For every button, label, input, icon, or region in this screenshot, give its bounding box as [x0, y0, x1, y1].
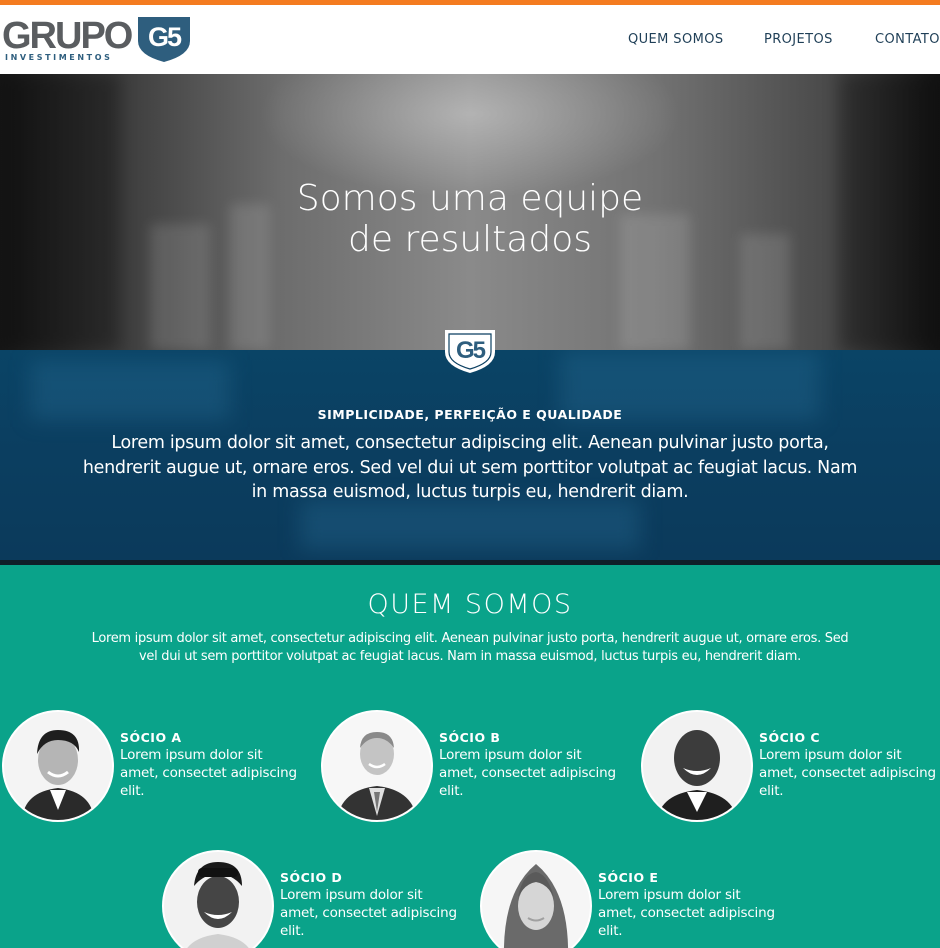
- section-intro: Lorem ipsum dolor sit amet, consectetur …: [91, 631, 849, 664]
- hero-title: Somos uma equipe de resultados: [0, 178, 940, 260]
- g5-shield-icon: G5: [138, 17, 190, 62]
- hero-title-line2: de resultados: [348, 219, 592, 260]
- person-portrait-icon: [323, 712, 431, 820]
- member-card-a: SÓCIO A Lorem ipsum dolor sit amet, cons…: [2, 710, 302, 822]
- hero-title-line1: Somos uma equipe: [296, 178, 644, 219]
- member-card-e: SÓCIO E Lorem ipsum dolor sit amet, cons…: [480, 850, 780, 948]
- quem-somos-section: QUEM SOMOS Lorem ipsum dolor sit amet, c…: [0, 565, 940, 948]
- band-bg-blur: [300, 500, 640, 550]
- member-card-c: SÓCIO C Lorem ipsum dolor sit amet, cons…: [641, 710, 940, 822]
- values-heading: SIMPLICIDADE, PERFEIÇÃO E QUALIDADE: [317, 407, 623, 422]
- values-text: Lorem ipsum dolor sit amet, consectetur …: [82, 433, 858, 502]
- member-name: SÓCIO C: [759, 730, 821, 745]
- nav-contato[interactable]: CONTATO: [875, 32, 940, 52]
- avatar: [2, 710, 114, 822]
- member-description: Lorem ipsum dolor sit amet, consectet ad…: [439, 747, 616, 799]
- band-badge-text: G5: [456, 337, 486, 364]
- member-name: SÓCIO D: [280, 870, 343, 885]
- person-portrait-icon: [643, 712, 751, 820]
- avatar: [162, 850, 274, 948]
- avatar: [641, 710, 753, 822]
- member-name: SÓCIO B: [439, 730, 501, 745]
- hero-banner: Somos uma equipe de resultados: [0, 74, 940, 350]
- person-portrait-icon: [164, 852, 272, 948]
- logo-subtitle: INVESTIMENTOS: [5, 53, 113, 62]
- member-description: Lorem ipsum dolor sit amet, consectet ad…: [120, 747, 297, 799]
- nav-projetos[interactable]: PROJETOS: [764, 32, 833, 52]
- nav-quem-somos[interactable]: QUEM SOMOS: [628, 32, 724, 52]
- grupo-g5-logo[interactable]: GRUPO INVESTIMENTOS G5: [2, 15, 202, 67]
- member-description: Lorem ipsum dolor sit amet, consectet ad…: [280, 887, 457, 939]
- person-portrait-icon: [482, 852, 590, 948]
- section-title: QUEM SOMOS: [367, 589, 573, 620]
- member-card-b: SÓCIO B Lorem ipsum dolor sit amet, cons…: [321, 710, 621, 822]
- g5-shield-icon: G5: [445, 330, 495, 373]
- logo-wordmark: GRUPO: [2, 15, 133, 57]
- avatar: [321, 710, 433, 822]
- member-card-d: SÓCIO D Lorem ipsum dolor sit amet, cons…: [162, 850, 462, 948]
- person-portrait-icon: [4, 712, 112, 820]
- avatar: [480, 850, 592, 948]
- member-description: Lorem ipsum dolor sit amet, consectet ad…: [598, 887, 775, 939]
- member-name: SÓCIO A: [120, 730, 182, 745]
- logo-badge-text: G5: [148, 22, 182, 52]
- member-description: Lorem ipsum dolor sit amet, consectet ad…: [759, 747, 936, 799]
- member-name: SÓCIO E: [598, 870, 659, 885]
- site-header: GRUPO INVESTIMENTOS G5 QUEM SOMOS PROJET…: [0, 5, 940, 74]
